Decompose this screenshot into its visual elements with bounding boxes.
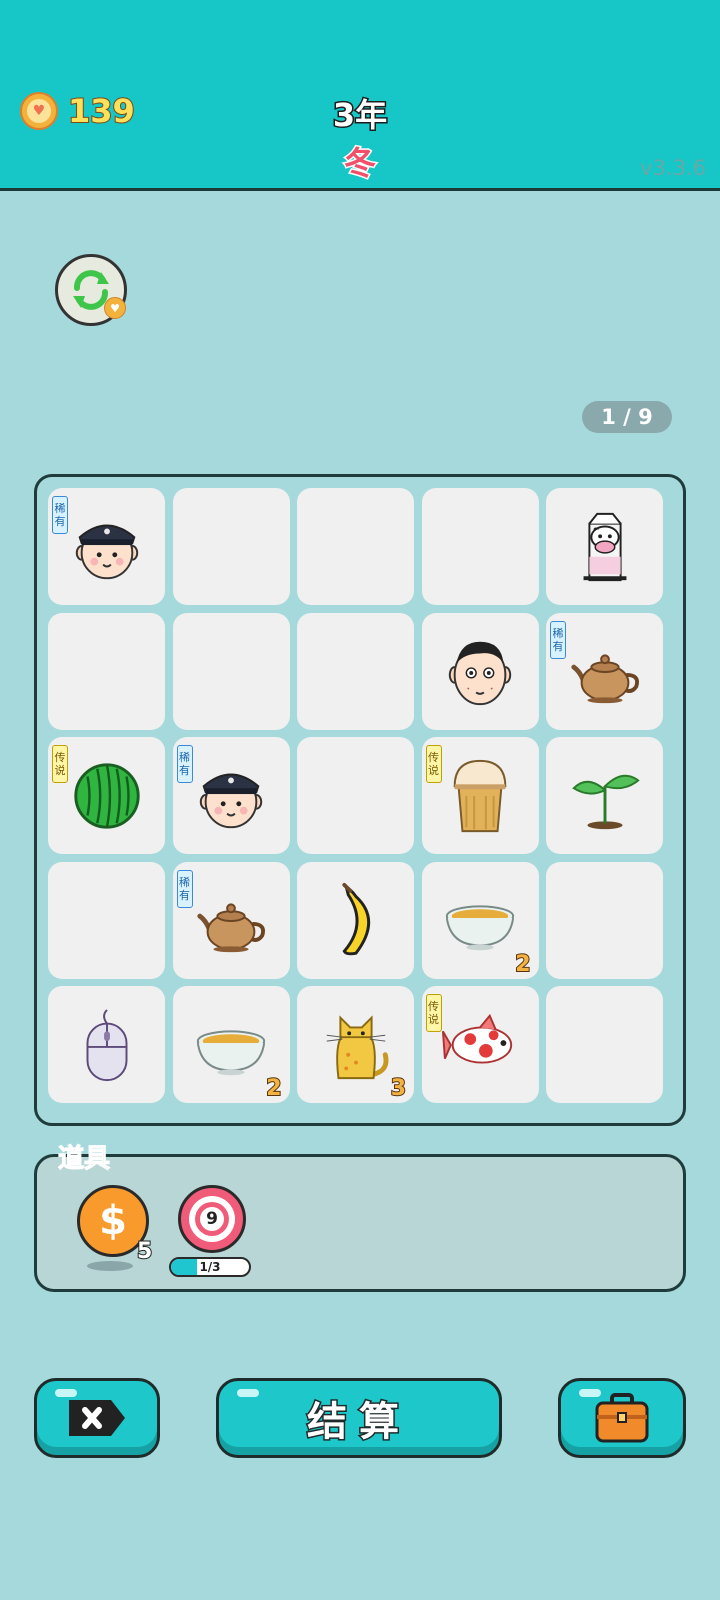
empty-cell[interactable] bbox=[297, 737, 414, 854]
close-tag-icon bbox=[69, 1400, 125, 1436]
rare-tag: 稀有 bbox=[176, 745, 193, 783]
board-cell[interactable]: 稀有 bbox=[546, 612, 663, 730]
board-cell[interactable]: 稀有 bbox=[48, 488, 165, 605]
board-cell[interactable]: 3 bbox=[297, 986, 414, 1103]
legendary-tag: 传说 bbox=[425, 745, 442, 783]
item-count: 2 bbox=[514, 951, 531, 978]
empty-cell[interactable] bbox=[172, 488, 290, 605]
refresh-button[interactable]: ♥ bbox=[55, 254, 127, 326]
props-title: 道具 bbox=[57, 1144, 111, 1175]
item-board: 稀有 稀有 传说 稀有 传说 稀有 2 2 3 传说 bbox=[34, 474, 686, 1126]
legendary-tag: 传说 bbox=[52, 745, 68, 783]
board-cell[interactable]: 传说 bbox=[421, 986, 539, 1103]
rare-tag: 稀有 bbox=[550, 620, 566, 659]
coin-prop-count: 5 bbox=[136, 1238, 153, 1265]
target-prop-value: 9 bbox=[200, 1207, 224, 1231]
dollar-icon: $ bbox=[99, 1198, 127, 1244]
close-button[interactable] bbox=[34, 1378, 160, 1458]
board-cell[interactable] bbox=[546, 737, 663, 854]
board-cell[interactable]: 传说 bbox=[421, 737, 539, 854]
board-cell[interactable] bbox=[297, 861, 414, 979]
computer-mouse-icon bbox=[48, 986, 165, 1103]
banana-icon bbox=[297, 862, 414, 979]
version-label: v3.3.6 bbox=[640, 156, 706, 180]
empty-cell[interactable] bbox=[297, 612, 414, 730]
briefcase-icon bbox=[595, 1393, 649, 1443]
empty-cell[interactable] bbox=[546, 986, 663, 1103]
board-cell[interactable]: 传说 bbox=[48, 737, 165, 854]
page-indicator: 1 / 9 bbox=[582, 401, 672, 433]
empty-cell[interactable] bbox=[48, 861, 165, 979]
props-panel: $ 5 9 1/3 bbox=[34, 1154, 686, 1292]
top-bar: ♥ 139 3年 冬 v3.3.6 bbox=[0, 0, 720, 191]
empty-cell[interactable] bbox=[297, 488, 414, 605]
rare-tag: 稀有 bbox=[52, 496, 68, 534]
settle-button[interactable]: 结算 bbox=[216, 1378, 502, 1458]
board-cell[interactable] bbox=[421, 612, 539, 730]
board-cell[interactable]: 2 bbox=[421, 861, 539, 979]
board-cell[interactable] bbox=[546, 488, 663, 605]
board-cell[interactable] bbox=[48, 986, 165, 1103]
board-cell[interactable]: 稀有 bbox=[172, 861, 290, 979]
settle-label: 结算 bbox=[306, 1398, 411, 1447]
coin-prop-shadow bbox=[87, 1261, 133, 1271]
item-count: 3 bbox=[390, 1075, 407, 1102]
empty-cell[interactable] bbox=[421, 488, 539, 605]
target-prop-button[interactable]: 9 bbox=[178, 1185, 246, 1253]
target-prop-progress: 1/3 bbox=[169, 1257, 251, 1277]
sprout-icon bbox=[546, 737, 663, 854]
board-cell[interactable]: 稀有 bbox=[172, 737, 290, 854]
empty-cell[interactable] bbox=[48, 612, 165, 730]
progress-text: 1/3 bbox=[199, 1260, 221, 1274]
coin-cost-icon: ♥ bbox=[104, 297, 126, 319]
rare-tag: 稀有 bbox=[176, 869, 193, 908]
empty-cell[interactable] bbox=[172, 612, 290, 730]
milk-carton-icon bbox=[546, 488, 663, 605]
inventory-button[interactable] bbox=[558, 1378, 686, 1458]
item-count: 2 bbox=[265, 1075, 282, 1102]
season-label: 冬 bbox=[342, 143, 377, 184]
empty-cell[interactable] bbox=[546, 861, 663, 979]
man-face-icon bbox=[422, 613, 539, 730]
board-cell[interactable]: 2 bbox=[172, 986, 290, 1103]
legendary-tag: 传说 bbox=[425, 994, 442, 1032]
year-label: 3年 bbox=[331, 95, 388, 136]
